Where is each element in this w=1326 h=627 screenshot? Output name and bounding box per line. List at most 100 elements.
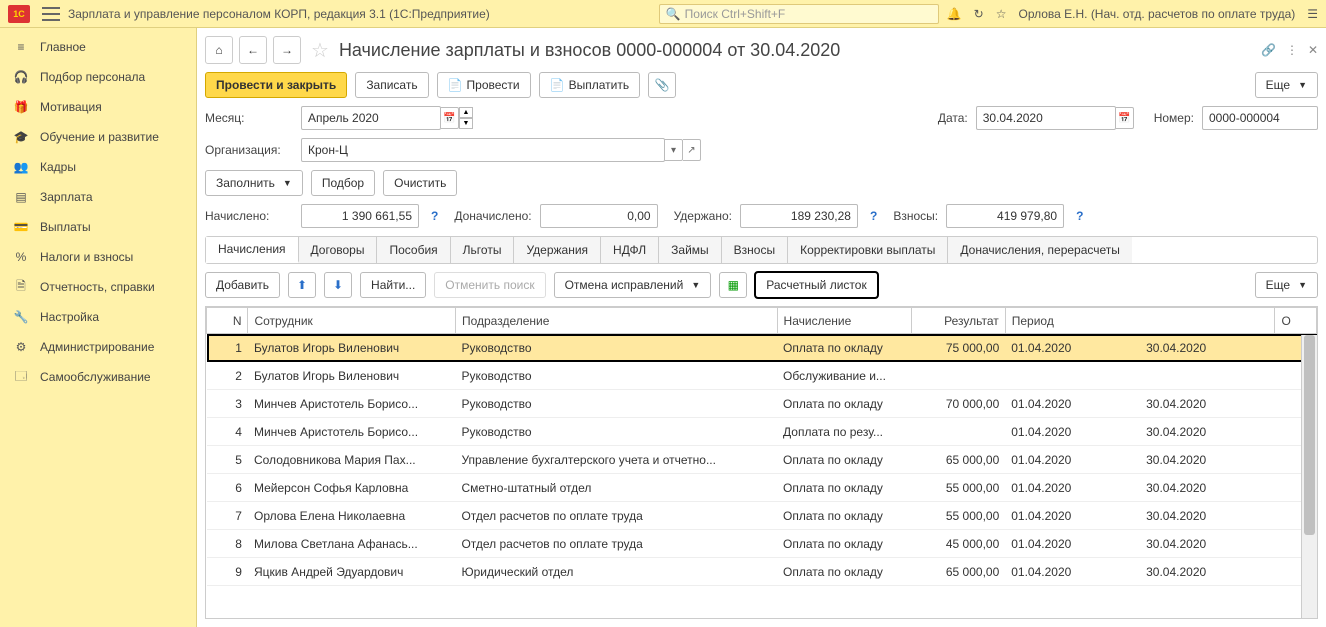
sidebar-item-reports[interactable]: 🗎Отчетность, справки	[0, 272, 196, 302]
more-vertical-icon[interactable]: ⋮	[1286, 43, 1298, 57]
menu-toggle-icon[interactable]	[42, 7, 60, 21]
tab-ndfl[interactable]: НДФЛ	[601, 237, 659, 263]
table-row[interactable]: 8Милова Светлана Афанась...Отдел расчето…	[207, 530, 1317, 558]
tab-contributions[interactable]: Взносы	[722, 237, 788, 263]
vertical-scrollbar[interactable]	[1301, 335, 1317, 618]
cell-result: 65 000,00	[912, 446, 1005, 474]
gift-icon: 🎁	[12, 98, 30, 116]
attach-button[interactable]: 📎	[648, 72, 676, 98]
clear-button[interactable]: Очистить	[383, 170, 457, 196]
table-row[interactable]: 3Минчев Аристотель Борисо...РуководствоО…	[207, 390, 1317, 418]
table-more-button[interactable]: Еще▼	[1255, 272, 1318, 298]
sidebar-item-learning[interactable]: 🎓Обучение и развитие	[0, 122, 196, 152]
help-icon[interactable]: ?	[1076, 209, 1083, 223]
history-icon[interactable]: ↻	[974, 7, 984, 21]
cell-n: 7	[207, 502, 248, 530]
cell-result: 70 000,00	[912, 390, 1005, 418]
help-icon[interactable]: ?	[431, 209, 438, 223]
bell-icon[interactable]: 🔔	[947, 7, 962, 21]
accrued-value[interactable]: 1 390 661,55	[301, 204, 419, 228]
more-button[interactable]: Еще▼	[1255, 72, 1318, 98]
table-row[interactable]: 1Булатов Игорь ВиленовичРуководствоОплат…	[207, 334, 1317, 362]
move-down-button[interactable]: ⬇	[324, 272, 352, 298]
scroll-thumb[interactable]	[1304, 335, 1315, 535]
withheld-value[interactable]: 189 230,28	[740, 204, 858, 228]
col-header-department[interactable]: Подразделение	[455, 308, 777, 334]
calendar-icon[interactable]: 📅	[1116, 107, 1134, 129]
tab-privileges[interactable]: Льготы	[451, 237, 515, 263]
star-icon[interactable]: ☆	[996, 7, 1007, 21]
move-up-button[interactable]: ⬆	[288, 272, 316, 298]
month-up-button[interactable]: ▲	[459, 107, 473, 118]
sidebar-item-main[interactable]: ≡Главное	[0, 32, 196, 62]
fill-button[interactable]: Заполнить▼	[205, 170, 303, 196]
post-and-close-button[interactable]: Провести и закрыть	[205, 72, 347, 98]
sidebar-item-recruit[interactable]: 🎧Подбор персонала	[0, 62, 196, 92]
contrib-value[interactable]: 419 979,80	[946, 204, 1064, 228]
link-icon[interactable]: 🔗	[1261, 43, 1276, 57]
date-input[interactable]: 30.04.2020	[976, 106, 1116, 130]
tab-recalculations[interactable]: Доначисления, перерасчеты	[948, 237, 1131, 263]
dropdown-icon[interactable]: ▾	[665, 139, 683, 161]
tab-accruals[interactable]: Начисления	[206, 237, 299, 263]
number-input[interactable]: 0000-000004	[1202, 106, 1318, 130]
tab-corrections[interactable]: Корректировки выплаты	[788, 237, 948, 263]
tab-contracts[interactable]: Договоры	[299, 237, 378, 263]
open-icon[interactable]: ↗	[683, 139, 701, 161]
home-button[interactable]: ⌂	[205, 36, 233, 64]
table-row[interactable]: 6Мейерсон Софья КарловнаСметно-штатный о…	[207, 474, 1317, 502]
tab-loans[interactable]: Займы	[659, 237, 722, 263]
col-header-n[interactable]: N	[207, 308, 248, 334]
column-settings-button[interactable]: ▦	[719, 272, 747, 298]
cell-n: 1	[207, 334, 248, 362]
cell-department: Сметно-штатный отдел	[455, 474, 777, 502]
add-button[interactable]: Добавить	[205, 272, 280, 298]
sidebar-item-taxes[interactable]: %Налоги и взносы	[0, 242, 196, 272]
current-user[interactable]: Орлова Е.Н. (Нач. отд. расчетов по оплат…	[1018, 7, 1295, 21]
pick-button[interactable]: Подбор	[311, 170, 375, 196]
cell-employee: Минчев Аристотель Борисо...	[248, 418, 455, 446]
table-row[interactable]: 5Солодовникова Мария Пах...Управление бу…	[207, 446, 1317, 474]
close-icon[interactable]: ✕	[1308, 43, 1318, 57]
table-row[interactable]: 4Минчев Аристотель Борисо...РуководствоД…	[207, 418, 1317, 446]
sidebar-item-motivation[interactable]: 🎁Мотивация	[0, 92, 196, 122]
cell-department: Юридический отдел	[455, 558, 777, 586]
favorite-toggle[interactable]: ☆	[311, 38, 329, 63]
month-input[interactable]: Апрель 2020	[301, 106, 441, 130]
table-row[interactable]: 7Орлова Елена НиколаевнаОтдел расчетов п…	[207, 502, 1317, 530]
sidebar-item-selfservice[interactable]: 🗔Самообслуживание	[0, 362, 196, 392]
cell-department: Руководство	[455, 362, 777, 390]
org-input[interactable]: Крон-Ц	[301, 138, 665, 162]
sidebar-item-payments[interactable]: 💳Выплаты	[0, 212, 196, 242]
cancel-fix-button[interactable]: Отмена исправлений▼	[554, 272, 712, 298]
table-row[interactable]: 9Яцкив Андрей ЭдуардовичЮридический отде…	[207, 558, 1317, 586]
payslip-button[interactable]: Расчетный листок	[755, 272, 877, 298]
settings-menu-icon[interactable]: ☰	[1307, 7, 1318, 21]
sidebar-item-salary[interactable]: ▤Зарплата	[0, 182, 196, 212]
tab-benefits[interactable]: Пособия	[377, 237, 450, 263]
sidebar-item-hr[interactable]: 👥Кадры	[0, 152, 196, 182]
global-search-input[interactable]: 🔍 Поиск Ctrl+Shift+F	[659, 4, 939, 24]
post-button[interactable]: 📄Провести	[437, 72, 531, 98]
table-row[interactable]: 2Булатов Игорь ВиленовичРуководствоОбслу…	[207, 362, 1317, 390]
back-button[interactable]: ←	[239, 36, 267, 64]
help-icon[interactable]: ?	[870, 209, 877, 223]
withheld-label: Удержано:	[674, 209, 732, 223]
col-header-period[interactable]: Период	[1005, 308, 1275, 334]
col-header-o[interactable]: О	[1275, 308, 1317, 334]
col-header-accrual[interactable]: Начисление	[777, 308, 912, 334]
month-down-button[interactable]: ▼	[459, 118, 473, 129]
tab-deductions[interactable]: Удержания	[514, 237, 601, 263]
forward-button[interactable]: →	[273, 36, 301, 64]
find-button[interactable]: Найти...	[360, 272, 426, 298]
cell-department: Отдел расчетов по оплате труда	[455, 502, 777, 530]
pay-button[interactable]: 📄Выплатить	[539, 72, 640, 98]
calendar-icon[interactable]: 📅	[441, 107, 459, 129]
save-button[interactable]: Записать	[355, 72, 428, 98]
sidebar-item-admin[interactable]: ⚙Администрирование	[0, 332, 196, 362]
addl-value[interactable]: 0,00	[540, 204, 658, 228]
arrow-down-icon: ⬇	[333, 278, 343, 292]
col-header-result[interactable]: Результат	[912, 308, 1005, 334]
sidebar-item-settings[interactable]: 🔧Настройка	[0, 302, 196, 332]
col-header-employee[interactable]: Сотрудник	[248, 308, 455, 334]
